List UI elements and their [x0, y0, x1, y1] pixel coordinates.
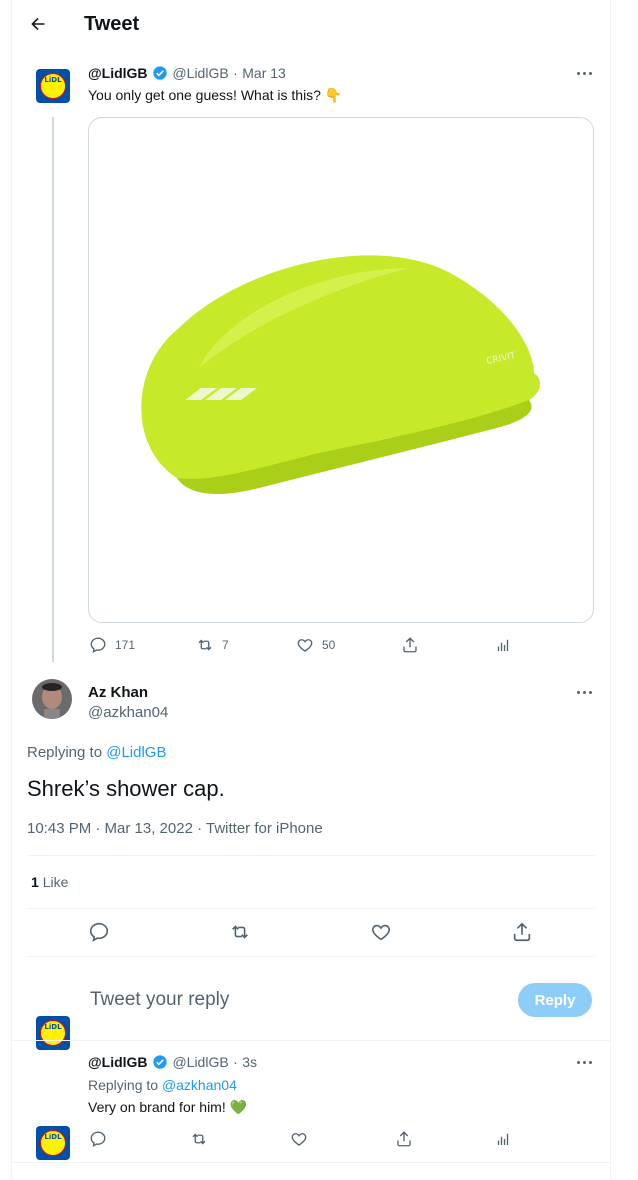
replying-to-link[interactable]: @LidlGB: [106, 744, 166, 761]
shower-cap-image: CRIVIT: [141, 255, 541, 494]
reply-reply-action[interactable]: [89, 1130, 107, 1148]
back-arrow-icon[interactable]: [26, 12, 50, 36]
analytics-icon: [497, 639, 509, 651]
analytics-action[interactable]: [494, 636, 512, 654]
divider: [27, 908, 595, 909]
reply-retweet-action[interactable]: [190, 1130, 208, 1148]
retweet-icon: [232, 925, 248, 939]
share-icon: [403, 637, 417, 653]
replying-to-link[interactable]: @azkhan04: [162, 1077, 237, 1093]
divider: [11, 1162, 611, 1163]
thread-line: [52, 117, 54, 662]
original-tweet-text: You only get one guess! What is this? 👇: [88, 87, 343, 103]
main-handle[interactable]: @azkhan04: [88, 704, 168, 721]
lidl-logo-text: LiDL: [44, 76, 62, 84]
retweet-icon: [198, 639, 212, 651]
lidl-avatar[interactable]: LiDL: [36, 69, 70, 103]
reply-more-icon[interactable]: [574, 1056, 594, 1068]
reply-icon: [90, 637, 106, 654]
original-tweet-header: @LidlGB @LidlGB · Mar 13: [88, 65, 286, 83]
lidl-logo-text: LiDL: [44, 1133, 62, 1141]
main-timestamp[interactable]: 10:43 PM · Mar 13, 2022 · Twitter for iP…: [27, 820, 323, 837]
divider: [11, 1040, 611, 1041]
page-title: Tweet: [84, 13, 140, 35]
tweet-image[interactable]: CRIVIT: [88, 117, 594, 623]
main-more-icon[interactable]: [574, 686, 594, 698]
like-count: 50: [322, 638, 336, 652]
reply-button[interactable]: Reply: [518, 983, 592, 1017]
reply-icon: [90, 1131, 106, 1148]
verified-badge-icon: [153, 1055, 167, 1069]
reply-share-action[interactable]: [395, 1130, 413, 1148]
divider: [27, 855, 595, 856]
heart-icon: [297, 639, 313, 652]
main-replying-to: Replying to @LidlGB: [27, 744, 166, 761]
likes-summary[interactable]: 1 Like: [31, 874, 68, 890]
main-display-name[interactable]: Az Khan: [88, 684, 148, 701]
main-like-action[interactable]: [370, 921, 392, 943]
share-action[interactable]: [401, 636, 419, 654]
retweet-count: 7: [222, 638, 229, 652]
divider: [27, 956, 595, 957]
composer-avatar: LiDL: [36, 1016, 70, 1050]
reply-tweet-text: Very on brand for him! 💚: [88, 1099, 248, 1115]
heart-icon: [372, 924, 390, 941]
main-share-action[interactable]: [511, 921, 533, 943]
likes-count: 1: [31, 874, 39, 890]
main-reply-action[interactable]: [88, 921, 110, 943]
original-more-icon[interactable]: [574, 67, 594, 79]
reply-replying-to: Replying to @azkhan04: [88, 1077, 237, 1093]
reply-like-action[interactable]: [290, 1130, 308, 1148]
reply-handle[interactable]: @LidlGB: [172, 1054, 228, 1070]
reply-display-name[interactable]: @LidlGB: [88, 1054, 148, 1070]
reply-avatar[interactable]: LiDL: [36, 1126, 70, 1160]
likes-label: Like: [42, 874, 69, 890]
date-separator: ·: [233, 65, 238, 81]
date-separator: ·: [233, 1054, 238, 1070]
retweet-action[interactable]: 7: [196, 636, 229, 654]
analytics-icon: [497, 1133, 509, 1145]
azkhan-avatar[interactable]: [32, 679, 72, 719]
share-icon: [513, 922, 531, 942]
lidl-logo-text: LiDL: [44, 1023, 62, 1031]
retweet-icon: [192, 1133, 206, 1145]
original-display-name[interactable]: @LidlGB: [88, 65, 148, 81]
reply-input[interactable]: Tweet your reply: [90, 989, 229, 1011]
reply-icon: [89, 922, 109, 942]
reply-count: 171: [115, 638, 136, 652]
original-date[interactable]: Mar 13: [242, 65, 286, 81]
verified-badge-icon: [153, 66, 167, 80]
main-retweet-action[interactable]: [229, 921, 251, 943]
reply-analytics-action[interactable]: [494, 1130, 512, 1148]
main-tweet-text: Shrek’s shower cap.: [27, 776, 225, 801]
replying-prefix: Replying to: [27, 744, 103, 761]
share-icon: [397, 1131, 411, 1147]
original-handle[interactable]: @LidlGB: [172, 65, 228, 81]
like-action[interactable]: 50: [296, 636, 335, 654]
reply-date[interactable]: 3s: [242, 1054, 257, 1070]
replying-prefix: Replying to: [88, 1077, 159, 1093]
reply-tweet-header: @LidlGB @LidlGB · 3s: [88, 1054, 257, 1072]
heart-icon: [291, 1133, 307, 1146]
reply-action[interactable]: 171: [89, 636, 135, 654]
